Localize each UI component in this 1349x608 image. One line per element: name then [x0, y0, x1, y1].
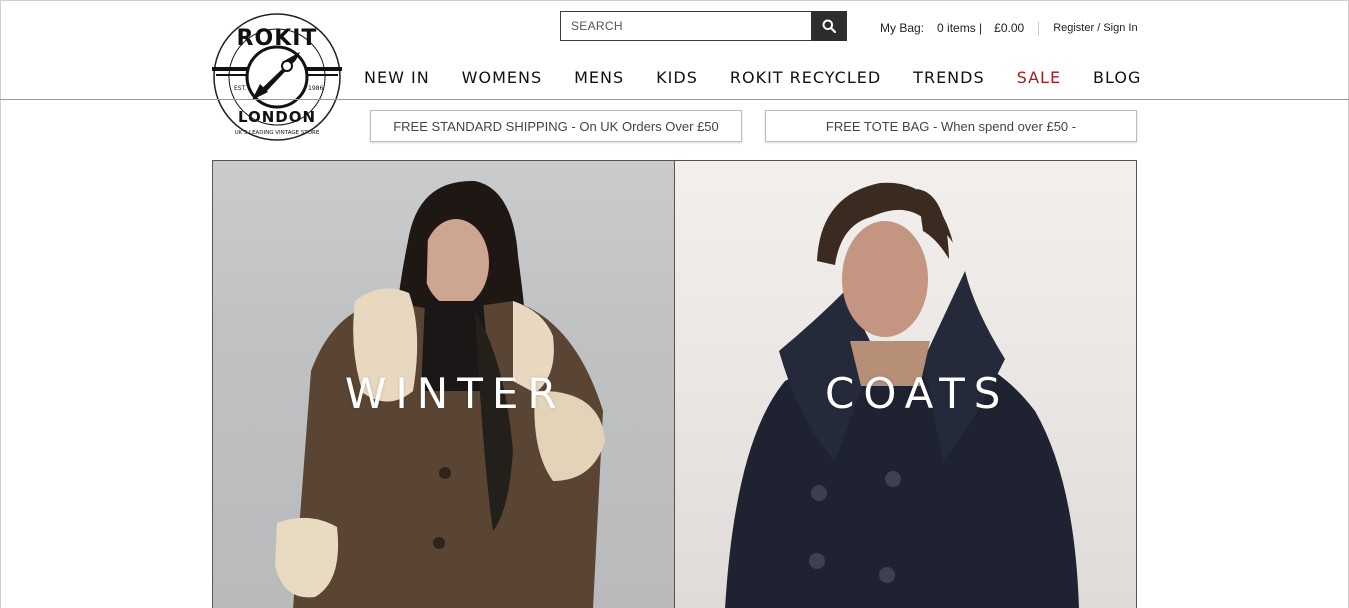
bag-summary: My Bag: 0 items | £0.00 Register / Sign … — [880, 21, 1138, 36]
hero-banner[interactable]: WINTER COATS — [212, 160, 1137, 608]
logo-tagline: UK'S LEADING VINTAGE STORE — [235, 130, 320, 136]
logo-est: EST. — [234, 85, 247, 92]
nav-trends[interactable]: TRENDS — [913, 68, 984, 87]
promo-free-shipping[interactable]: FREE STANDARD SHIPPING - On UK Orders Ov… — [370, 110, 742, 142]
nav-kids[interactable]: KIDS — [656, 68, 698, 87]
header-divider — [1038, 22, 1040, 36]
bag-total[interactable]: £0.00 — [994, 21, 1024, 36]
bag-label[interactable]: My Bag: — [880, 21, 924, 36]
nav-mens[interactable]: MENS — [574, 68, 624, 87]
hero-word-coats: COATS — [825, 369, 1010, 418]
hero-panel-coats[interactable]: COATS — [674, 161, 1136, 608]
nav-new-in[interactable]: NEW IN — [364, 68, 430, 87]
nav-womens[interactable]: WOMENS — [462, 68, 542, 87]
hero-panel-winter[interactable]: WINTER — [213, 161, 675, 608]
hero-word-winter: WINTER — [344, 369, 566, 418]
rokit-logo[interactable]: ROKIT LONDON EST. 1986 UK'S LEADING VINT… — [212, 12, 342, 142]
logo-wordmark: ROKIT — [237, 26, 318, 51]
search-input[interactable] — [560, 11, 811, 41]
main-nav: NEW IN WOMENS MENS KIDS ROKIT RECYCLED T… — [364, 68, 1141, 87]
header-divider-line — [0, 99, 1349, 100]
nav-blog[interactable]: BLOG — [1093, 68, 1141, 87]
logo-year: 1986 — [308, 85, 323, 92]
register-sign-in-link[interactable]: Register / Sign In — [1053, 21, 1137, 36]
bag-item-count[interactable]: 0 items | — [937, 21, 982, 36]
logo-city: LONDON — [238, 108, 316, 126]
search-bar — [560, 11, 847, 41]
nav-rokit-recycled[interactable]: ROKIT RECYCLED — [730, 68, 881, 87]
search-button[interactable] — [811, 11, 847, 41]
nav-sale[interactable]: SALE — [1017, 68, 1061, 87]
magnifier-icon — [822, 19, 836, 33]
promo-free-tote[interactable]: FREE TOTE BAG - When spend over £50 - — [765, 110, 1137, 142]
